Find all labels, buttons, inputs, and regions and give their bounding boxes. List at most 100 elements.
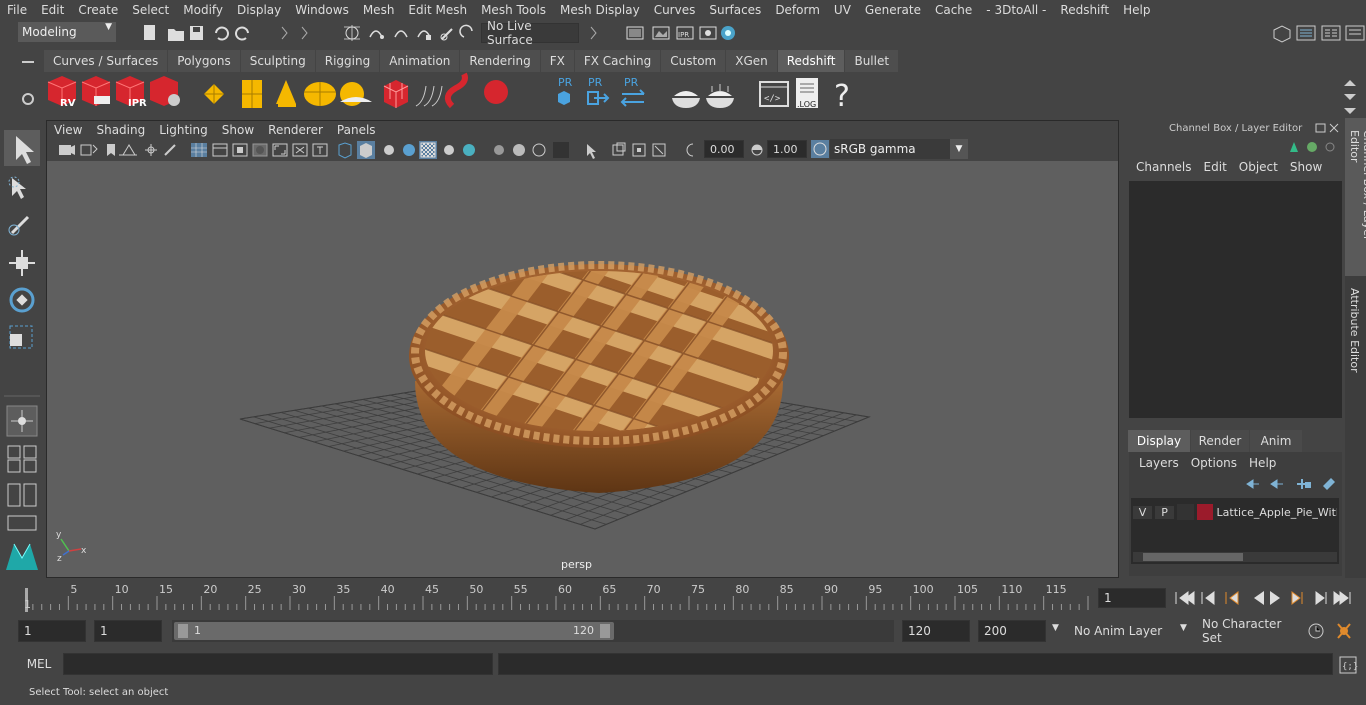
menu-redshift[interactable]: Redshift [1053,3,1116,17]
channel-box-panel: Channel Box / Layer Editor Channels Edit… [1124,118,1344,578]
vp-menu-show[interactable]: Show [215,123,261,137]
range-icons[interactable] [1304,620,1360,642]
menu-generate[interactable]: Generate [858,3,928,17]
panel-float-close-icons[interactable] [1314,122,1342,136]
layer-hscrollbar[interactable] [1133,552,1337,562]
tab-bullet[interactable]: Bullet [845,50,899,72]
menu-select[interactable]: Select [125,3,176,17]
menu-curves[interactable]: Curves [647,3,703,17]
shelf-options[interactable] [18,52,38,118]
menu-create[interactable]: Create [71,3,125,17]
script-language-toggle[interactable]: MEL [18,653,60,675]
time-slider[interactable]: 5 10 15 20 25 30 35 40 45 50 55 60 65 70 75 80 85 90 95 100… [0,580,1366,616]
menu-deform[interactable]: Deform [768,3,827,17]
tab-redshift[interactable]: Redshift [777,50,845,72]
playback-end-field[interactable]: 120 [902,620,970,642]
vp-menu-view[interactable]: View [47,123,89,137]
menu-cache[interactable]: Cache [928,3,979,17]
layer-menu-options[interactable]: Options [1185,456,1243,470]
scene-start-field[interactable]: 1 [18,620,86,642]
cb-menu-edit[interactable]: Edit [1198,160,1233,178]
menu-help[interactable]: Help [1116,3,1157,17]
tab-sculpting[interactable]: Sculpting [240,50,315,72]
tab-curves-surfaces[interactable]: Curves / Surfaces [44,50,168,72]
playback-controls[interactable] [1172,588,1362,608]
layer-type-toggle[interactable] [1177,504,1195,520]
vp-menu-lighting[interactable]: Lighting [152,123,215,137]
tab-rigging[interactable]: Rigging [315,50,380,72]
menu-mesh-display[interactable]: Mesh Display [553,3,647,17]
live-surface-field[interactable]: No Live Surface [481,19,579,47]
current-frame-field[interactable]: 1 [1098,588,1166,608]
shelf-icons[interactable]: RV IPR PR PR PR </> .LOG ? [40,72,860,118]
mode-dropdown[interactable]: Modeling ▼ [18,22,116,42]
range-slider-handle[interactable]: 1 120 [174,622,614,640]
tab-display[interactable]: Display [1128,430,1190,452]
cb-menu-show[interactable]: Show [1284,160,1328,178]
menu-windows[interactable]: Windows [288,3,356,17]
tab-channel-box-layer-editor[interactable]: Channel Box / Layer Editor [1345,118,1366,276]
viewport-tool-icons[interactable] [53,141,693,159]
tab-anim[interactable]: Anim [1250,430,1302,452]
colorspace-dropdown[interactable]: sRGB gamma ▼ [830,139,968,159]
script-editor-icon[interactable]: {;} [1338,655,1358,675]
status-line: Modeling ▼ No Live Surface IPR [0,19,1366,47]
chevron-down-icon[interactable]: ▼ [1180,623,1187,633]
vp-menu-shading[interactable]: Shading [89,123,152,137]
range-slider[interactable]: 1 120 [172,620,894,642]
playback-start-field[interactable]: 1 [94,620,162,642]
layer-playback-toggle[interactable]: P [1155,505,1175,519]
render-icons[interactable]: IPR [585,23,745,43]
file-tools-icons[interactable] [140,24,340,42]
command-input[interactable] [63,653,493,675]
snap-icons[interactable] [340,23,480,43]
cb-menu-channels[interactable]: Channels [1130,160,1198,178]
channel-list[interactable] [1129,181,1342,418]
scene-end-field[interactable]: 200 [978,620,1046,642]
tab-render[interactable]: Render [1191,430,1249,452]
menu-mesh[interactable]: Mesh [356,3,402,17]
channel-box-icons[interactable] [1284,138,1344,156]
tab-fx-caching[interactable]: FX Caching [574,50,661,72]
viewport-scene[interactable]: y x z [47,161,1118,577]
anim-layer-dropdown[interactable]: No Anim Layer [1068,620,1178,642]
menu-display[interactable]: Display [230,3,288,17]
tab-polygons[interactable]: Polygons [168,50,240,72]
layer-menu-help[interactable]: Help [1243,456,1282,470]
tab-xgen[interactable]: XGen [726,50,777,72]
character-set-dropdown[interactable]: No Character Set [1196,617,1300,645]
layer-row[interactable]: V P Lattice_Apple_Pie_With [1133,502,1337,522]
chevron-down-icon[interactable]: ▼ [1052,623,1059,633]
mode-label: Modeling [22,25,77,39]
viewport-menu: View Shading Lighting Show Renderer Pane… [47,121,1118,139]
exposure-field[interactable]: 0.00 [704,140,744,158]
menu-3dtoall[interactable]: - 3DtoAll - [979,3,1053,17]
proxy-export-icon [558,91,570,105]
layer-visibility-toggle[interactable]: V [1133,505,1153,519]
tab-fx[interactable]: FX [540,50,574,72]
tab-custom[interactable]: Custom [661,50,726,72]
workspace-icons[interactable] [1270,22,1366,44]
menu-file[interactable]: File [0,3,34,17]
vp-menu-renderer[interactable]: Renderer [261,123,330,137]
tab-attribute-editor[interactable]: Attribute Editor [1345,284,1366,384]
shelf-scroll[interactable] [1340,74,1360,116]
tab-rendering[interactable]: Rendering [460,50,540,72]
vp-menu-panels[interactable]: Panels [330,123,383,137]
layer-menu-layers[interactable]: Layers [1133,456,1185,470]
menu-modify[interactable]: Modify [176,3,230,17]
layer-color-swatch[interactable] [1197,504,1213,520]
menu-edit-mesh[interactable]: Edit Mesh [401,3,474,17]
timeline-track[interactable]: 5 10 15 20 25 30 35 40 45 50 55 60 65 70 75 80 85 90 95 100… [18,582,1104,612]
menu-surfaces[interactable]: Surfaces [702,3,768,17]
tab-animation[interactable]: Animation [380,50,460,72]
cb-menu-object[interactable]: Object [1233,160,1284,178]
menu-mesh-tools[interactable]: Mesh Tools [474,3,553,17]
color-management-icon[interactable] [811,140,829,158]
gamma-field[interactable]: 1.00 [767,140,807,158]
menu-edit[interactable]: Edit [34,3,71,17]
gamma-icon[interactable] [749,141,765,159]
menu-uv[interactable]: UV [827,3,858,17]
layer-action-icons[interactable] [1241,476,1341,492]
viewport-panel[interactable]: View Shading Lighting Show Renderer Pane… [46,120,1119,578]
